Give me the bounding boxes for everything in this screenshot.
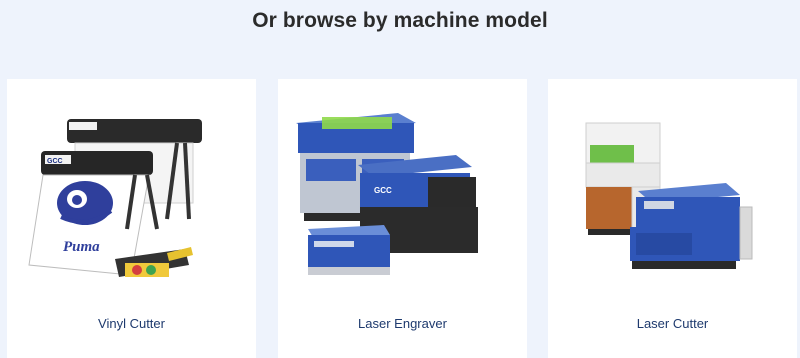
card-laser-cutter[interactable]: Laser Cutter bbox=[548, 79, 797, 358]
card-label: Laser Engraver bbox=[358, 316, 447, 331]
machine-model-grid: GCC Puma Vinyl Cutter GCC Laser Engraver… bbox=[7, 79, 797, 358]
svg-text:GCC: GCC bbox=[47, 158, 63, 165]
section-heading: Or browse by machine model bbox=[252, 9, 548, 32]
laser-cutter-image bbox=[585, 122, 753, 269]
card-laser-engraver[interactable]: GCC Laser Engraver bbox=[278, 79, 527, 358]
card-vinyl-cutter[interactable]: GCC Puma Vinyl Cutter bbox=[7, 79, 256, 358]
card-label: Laser Cutter bbox=[636, 316, 709, 331]
vinyl-cutter-image: GCC Puma bbox=[28, 119, 202, 277]
svg-text:GCC: GCC bbox=[374, 186, 392, 195]
laser-engraver-image: GCC bbox=[296, 113, 478, 275]
svg-text:Puma: Puma bbox=[63, 239, 100, 255]
card-label: Vinyl Cutter bbox=[98, 316, 165, 331]
